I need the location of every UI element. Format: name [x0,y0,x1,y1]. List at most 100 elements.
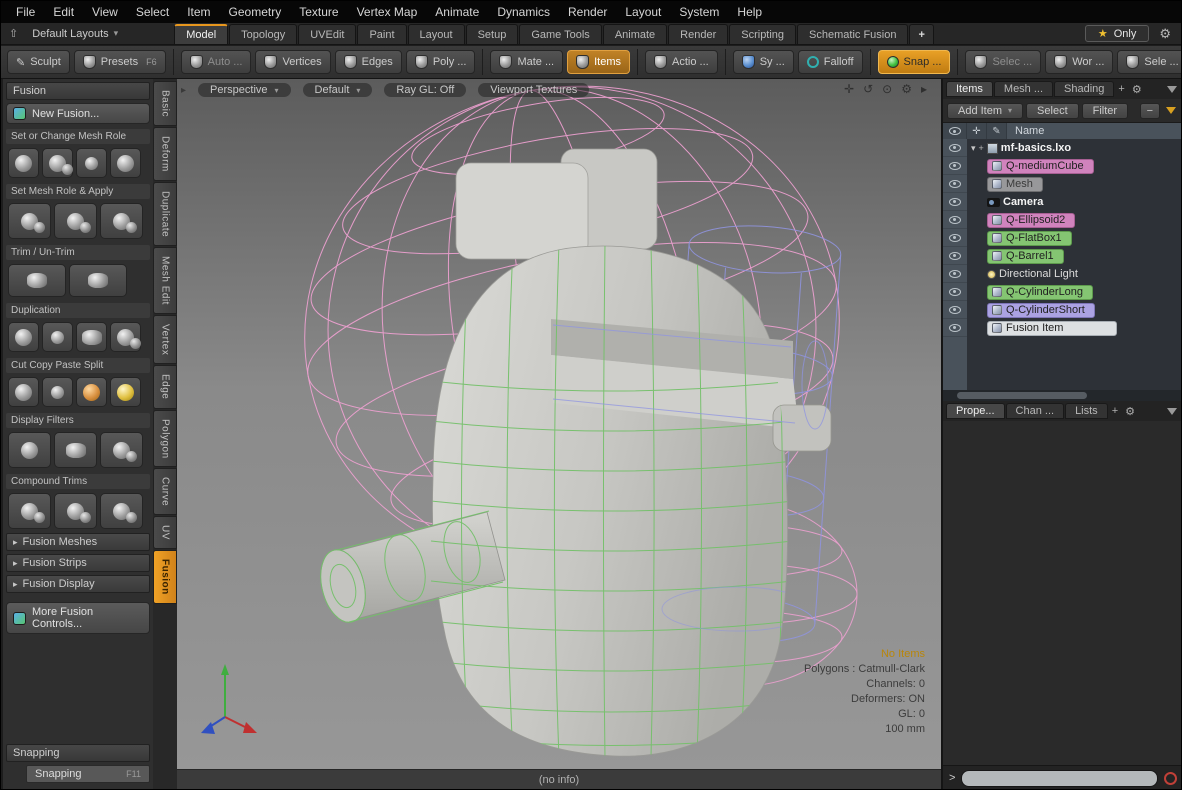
symmetry-button[interactable]: Sy ... [733,50,794,74]
eye-toggle[interactable] [943,157,967,175]
tool-tab-polygon[interactable]: Polygon [153,410,177,468]
snapping-button[interactable]: Snap ... [878,50,951,74]
viewport-more-icon[interactable]: ▸ [921,82,927,96]
edges-button[interactable]: Edges [335,50,402,74]
raygl-toggle[interactable]: Ray GL: Off [384,83,466,97]
eye-toggle[interactable] [943,265,967,283]
view-type-selector[interactable]: Perspective ▾ [198,83,291,97]
item-label[interactable]: Q-mediumCube [1006,160,1084,172]
add-item-button[interactable]: Add Item ▾ [947,103,1023,119]
selection-button[interactable]: Sele ... [1117,50,1182,74]
panel-gear-icon[interactable]: ⚙ [1129,83,1145,96]
tab-scripting[interactable]: Scripting [729,24,796,44]
menu-select[interactable]: Select [127,1,178,23]
menu-animate[interactable]: Animate [426,1,488,23]
plus-icon[interactable]: + [979,143,984,153]
item-row[interactable]: Q-CylinderShort [943,301,1182,319]
tool-tab-uv[interactable]: UV [153,516,177,549]
mesh-role-trim-button[interactable] [42,148,73,178]
menu-dynamics[interactable]: Dynamics [488,1,559,23]
auto-select-button[interactable]: Auto ... [181,50,252,74]
menu-texture[interactable]: Texture [290,1,347,23]
item-label[interactable]: Q-Barrel1 [1006,250,1054,262]
zoom-icon[interactable]: ⊙ [882,82,892,96]
array-button[interactable] [110,322,141,352]
tool-tab-curve[interactable]: Curve [153,468,177,515]
filter-button[interactable]: Filter [1082,103,1128,119]
only-button[interactable]: ★ Only [1085,25,1150,42]
tool-tab-edge[interactable]: Edge [153,365,177,408]
presets-button[interactable]: Presets F6 [74,50,166,74]
tab-paint[interactable]: Paint [357,24,406,44]
tool-tab-fusion[interactable]: Fusion [153,550,177,604]
item-row[interactable]: Camera [943,193,1182,211]
eye-toggle[interactable] [943,247,967,265]
add-tab-icon[interactable]: + [1109,405,1121,417]
pan-icon[interactable]: ✛ [844,82,854,96]
tab-topology[interactable]: Topology [229,24,297,44]
visibility-column-header[interactable] [943,123,967,139]
tab-model[interactable]: Model [174,24,228,44]
fusion-display-section[interactable]: ▸ Fusion Display [6,575,150,593]
filter-icon[interactable] [1167,408,1177,415]
menu-edit[interactable]: Edit [44,1,83,23]
tab-mesh-ops[interactable]: Mesh ... [994,81,1053,97]
tab-items[interactable]: Items [946,81,993,97]
filter-wire-button[interactable] [100,432,143,468]
tab-properties[interactable]: Prope... [946,403,1005,419]
tool-tab-basic[interactable]: Basic [153,81,177,126]
fusion-meshes-section[interactable]: ▸ Fusion Meshes [6,533,150,551]
instance-button[interactable] [42,322,73,352]
item-label[interactable]: mf-basics.lxo [1001,142,1071,154]
item-row[interactable]: Q-mediumCube [943,157,1182,175]
item-label[interactable]: Q-FlatBox1 [1006,232,1062,244]
menu-geometry[interactable]: Geometry [220,1,291,23]
item-row[interactable]: Directional Light [943,265,1182,283]
polygons-button[interactable]: Poly ... [406,50,476,74]
tab-uvedit[interactable]: UVEdit [298,24,356,44]
viewport-expander-icon[interactable]: ▸ [181,85,186,96]
eye-toggle[interactable] [943,139,967,157]
cut-button[interactable] [8,377,39,407]
item-row[interactable]: Q-FlatBox1 [943,229,1182,247]
tab-shading[interactable]: Shading [1054,81,1114,97]
horizontal-scrollbar[interactable] [943,390,1182,401]
tab-setup[interactable]: Setup [466,24,519,44]
fusion-panel-header[interactable]: Fusion [6,82,150,100]
tab-lists[interactable]: Lists [1065,403,1108,419]
record-macro-icon[interactable] [1164,772,1177,785]
chevron-down-icon[interactable]: ▾ [971,143,976,154]
falloff-button[interactable]: Falloff [798,50,863,74]
eye-toggle[interactable] [943,319,967,337]
apply-subtract-button[interactable] [100,203,143,239]
duplicate-button[interactable] [8,322,39,352]
add-layout-tab-button[interactable]: + [909,24,933,44]
menu-vertex-map[interactable]: Vertex Map [348,1,427,23]
tab-schematic-fusion[interactable]: Schematic Fusion [797,24,908,44]
compound-trim-a-button[interactable] [8,493,51,529]
pin-column-header[interactable]: ✛ [967,123,987,139]
filter-solo-button[interactable] [54,432,97,468]
tool-column-header[interactable]: ✎ [987,123,1007,139]
tool-tab-deform[interactable]: Deform [153,127,177,181]
item-row[interactable]: Q-Barrel1 [943,247,1182,265]
mesh-role-subtract-button[interactable] [76,148,107,178]
filter-all-button[interactable] [8,432,51,468]
item-label[interactable]: Q-Ellipsoid2 [1006,214,1065,226]
tab-game-tools[interactable]: Game Tools [519,24,602,44]
materials-button[interactable]: Mate ... [490,50,563,74]
mirror-button[interactable] [76,322,107,352]
menu-view[interactable]: View [83,1,127,23]
eye-toggle[interactable] [943,301,967,319]
more-fusion-controls-button[interactable]: More Fusion Controls... [6,602,150,634]
filter-icon[interactable] [1167,86,1177,93]
menu-help[interactable]: Help [728,1,771,23]
collapse-all-button[interactable]: − [1140,103,1160,119]
item-label[interactable]: Q-CylinderShort [1006,304,1085,316]
work-plane-button[interactable]: Wor ... [1045,50,1113,74]
compound-trim-c-button[interactable] [100,493,143,529]
scrollbar-thumb[interactable] [957,392,1087,399]
viewport-gear-icon[interactable]: ⚙ [901,82,912,96]
item-row[interactable]: Q-CylinderLong [943,283,1182,301]
select-button[interactable]: Select [1026,103,1079,119]
